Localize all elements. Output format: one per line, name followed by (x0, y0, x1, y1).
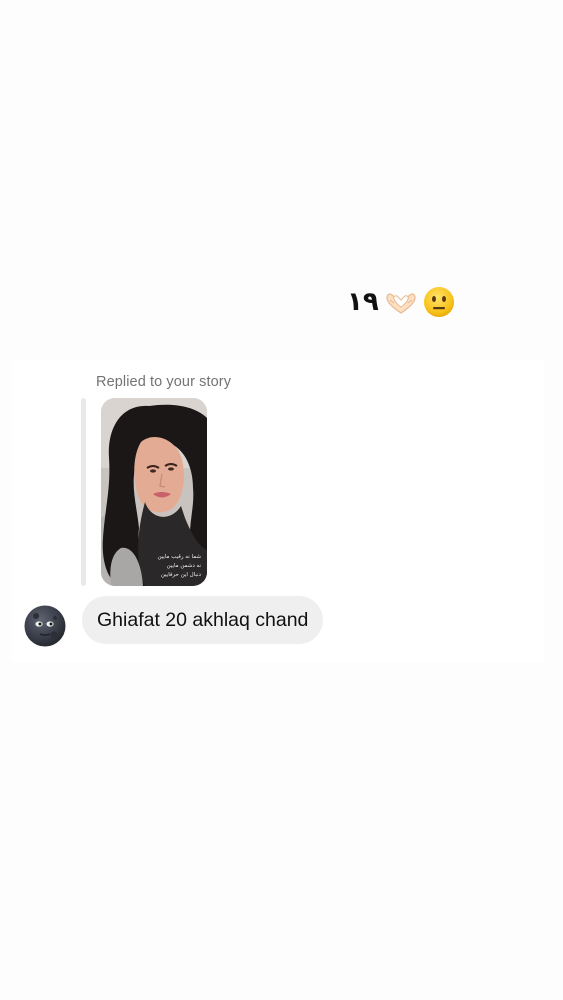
message-bubble[interactable]: Ghiafat 20 akhlaq chand (82, 596, 324, 644)
story-caption: ۱۹ (347, 284, 455, 320)
new-moon-face-icon (24, 605, 66, 647)
neutral-face-icon (423, 287, 454, 317)
story-overlay-line: نه دشمن مایین (166, 563, 201, 569)
replied-to-story-label: Replied to your story (96, 374, 232, 390)
heart-hands-icon (386, 293, 416, 314)
sender-avatar[interactable] (24, 605, 66, 647)
reply-indicator-bar (81, 398, 86, 586)
story-overlay-line: دنبال این حرفایین (160, 572, 201, 578)
story-overlay-line: شما نه رقیب مایین (157, 554, 201, 560)
message-thread: Replied to your story شما نه رقیب مایین … (12, 360, 544, 662)
story-thumbnail[interactable]: شما نه رقیب مایین نه دشمن مایین دنبال ای… (101, 398, 207, 586)
story-caption-number: ۱۹ (347, 287, 379, 317)
story-overlay-text: شما نه رقیب مایین نه دشمن مایین دنبال ای… (139, 553, 201, 580)
